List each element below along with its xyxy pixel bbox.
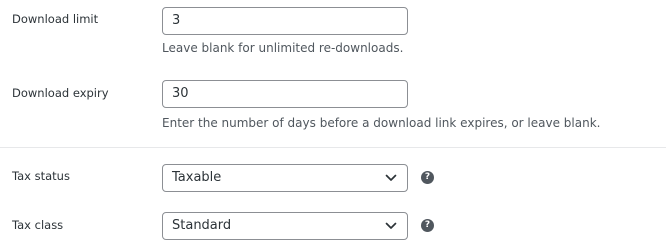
- tax-class-label: Tax class: [12, 218, 64, 232]
- chevron-down-icon: [385, 222, 397, 229]
- download-expiry-label: Download expiry: [12, 86, 109, 100]
- tax-status-label: Tax status: [12, 169, 70, 183]
- download-limit-description: Leave blank for unlimited re-downloads.: [162, 41, 404, 55]
- section-divider: [0, 147, 666, 148]
- download-expiry-input[interactable]: 30: [162, 80, 408, 108]
- tax-class-help-icon[interactable]: ?: [421, 219, 434, 232]
- tax-status-selected-value: Taxable: [172, 170, 222, 185]
- tax-status-select[interactable]: Taxable: [162, 164, 408, 192]
- chevron-down-icon: [385, 174, 397, 181]
- download-limit-label: Download limit: [12, 12, 99, 26]
- download-expiry-description: Enter the number of days before a downlo…: [162, 116, 601, 130]
- download-limit-input[interactable]: 3: [162, 7, 408, 35]
- tax-status-help-icon[interactable]: ?: [421, 171, 434, 184]
- tax-class-select[interactable]: Standard: [162, 212, 408, 240]
- tax-class-selected-value: Standard: [172, 218, 232, 233]
